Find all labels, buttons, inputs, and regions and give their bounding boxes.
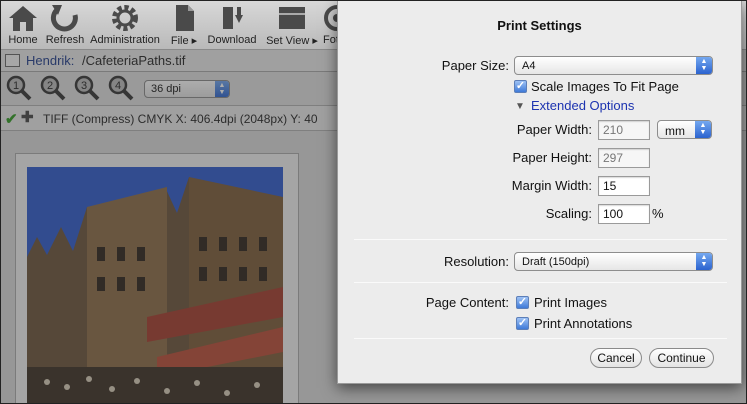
print-annotations-label[interactable]: Print Annotations [534,316,632,331]
app-window: Home Refresh Administration File ▸ Downl… [0,0,747,404]
file-icon [176,5,194,31]
print-images-checkbox[interactable]: ✓ [516,296,529,309]
view-icon [279,7,305,29]
download-label: Download [207,34,257,46]
margin-width-field[interactable]: 15 [598,176,650,196]
dialog-title: Print Settings [497,18,582,33]
extended-options-toggle[interactable]: Extended Options [531,98,634,113]
set-view-label: Set View ▸ [266,35,318,47]
set-view-button[interactable]: Set View ▸ [266,2,318,49]
scale-images-checkbox[interactable]: ✓ [514,80,527,93]
file-label: File ▸ [170,35,198,47]
paper-size-label: Paper Size: [441,58,509,73]
download-icon [223,7,243,29]
unit-value: mm [665,124,685,138]
scaling-unit: % [652,206,664,221]
unit-select[interactable]: mm ▲ ▼ [657,120,712,139]
paper-size-value: A4 [522,60,536,72]
house-icon [9,6,37,31]
print-annotations-checkbox[interactable]: ✓ [516,317,529,330]
margin-width-label: Margin Width: [511,178,592,193]
refresh-label: Refresh [45,34,85,46]
print-images-label[interactable]: Print Images [534,295,607,310]
paper-size-select[interactable]: A4 ▲ ▼ [514,56,713,75]
refresh-icon [50,5,78,32]
paper-width-label: Paper Width: [516,122,592,137]
home-button[interactable]: Home [5,2,41,49]
resolution-label: Resolution: [443,254,509,269]
resolution-select[interactable]: Draft (150dpi) ▲ ▼ [514,252,713,271]
administration-label: Administration [90,34,160,46]
resolution-value: Draft (150dpi) [522,256,590,268]
download-button[interactable]: Download [206,2,258,49]
paper-size-arrows-icon: ▲ ▼ [696,57,712,74]
refresh-button[interactable]: Refresh [44,2,86,49]
scale-images-label[interactable]: Scale Images To Fit Page [531,79,679,94]
paper-height-field[interactable]: 297 [598,148,650,168]
page-content-label: Page Content: [425,295,509,310]
administration-button[interactable]: Administration [89,2,161,49]
paper-height-label: Paper Height: [512,150,593,165]
disclosure-triangle-icon[interactable]: ▼ [515,101,525,112]
home-label: Home [8,34,38,46]
gear-icon [112,5,138,31]
paper-width-field[interactable]: 210 [598,120,650,140]
continue-button[interactable]: Continue [649,348,714,368]
resolution-arrows-icon: ▲ ▼ [696,253,712,270]
separator [354,239,727,240]
unit-arrows-icon: ▲ ▼ [695,121,711,138]
scaling-label: Scaling: [545,206,592,221]
separator [354,282,727,283]
file-menu-button[interactable]: File ▸ [167,2,201,49]
cancel-button[interactable]: Cancel [590,348,642,368]
separator [354,338,727,339]
scaling-field[interactable]: 100 [598,204,650,224]
print-settings-dialog: Print Settings Paper Size: A4 ▲ ▼ ✓ Scale… [337,1,742,384]
